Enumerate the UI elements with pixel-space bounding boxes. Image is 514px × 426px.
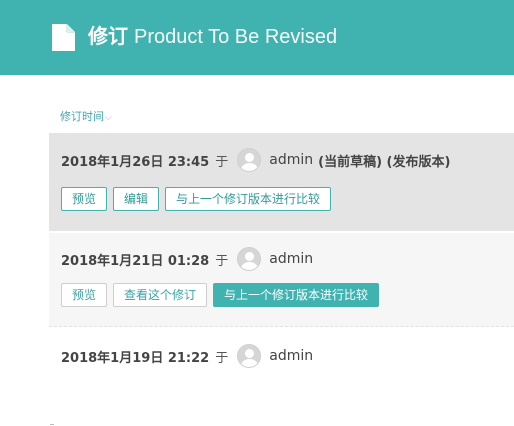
page-header: 修订 Product To Be Revised: [0, 0, 514, 75]
page-subtitle: Product To Be Revised: [134, 26, 338, 48]
avatar: [237, 148, 262, 172]
revision-actions: 预览 查看这个修订 与上一个修订版本进行比较: [61, 283, 380, 307]
revision-row: 2018年1月21日 01:28 于 admin 预览 查看这个修订 与上一个修…: [49, 233, 514, 327]
view-revision-button[interactable]: 查看这个修订: [113, 283, 208, 307]
revision-at-label: 于: [215, 253, 229, 269]
revision-at-label: 于: [215, 350, 229, 366]
document-icon: [52, 24, 75, 51]
avatar: [237, 344, 262, 368]
avatar: [237, 247, 262, 271]
revision-time: 2018年1月19日 21:22: [61, 350, 210, 366]
revision-actions: 预览 编辑 与上一个修订版本进行比较: [61, 187, 332, 211]
compare-previous-button[interactable]: 与上一个修订版本进行比较: [213, 283, 380, 307]
preview-button[interactable]: 预览: [61, 187, 108, 211]
revision-time: 2018年1月26日 23:45: [61, 154, 210, 170]
revision-author: admin: [269, 152, 314, 168]
edit-button[interactable]: 编辑: [113, 187, 160, 211]
page-title: 修订 Product To Be Revised: [88, 22, 337, 50]
revision-time: 2018年1月21日 01:28: [61, 253, 210, 269]
revision-meta: 2018年1月21日 01:28 于 admin: [61, 247, 313, 271]
divider: [50, 424, 54, 425]
revision-author: admin: [269, 251, 314, 267]
revision-status-flags: (当前草稿) (发布版本): [318, 154, 451, 170]
preview-button[interactable]: 预览: [61, 283, 108, 307]
compare-previous-button[interactable]: 与上一个修订版本进行比较: [165, 187, 332, 211]
revision-meta: 2018年1月26日 23:45 于 admin (当前草稿) (发布版本): [61, 148, 450, 172]
revision-row: 2018年1月26日 23:45 于 admin (当前草稿) (发布版本) 预…: [49, 133, 514, 231]
chevron-down-icon: ⌵: [105, 113, 112, 123]
revision-author: admin: [269, 348, 314, 364]
page-title-label: 修订: [88, 24, 128, 48]
revision-row: 2018年1月19日 21:22 于 admin: [49, 329, 514, 389]
revision-meta: 2018年1月19日 21:22 于 admin: [61, 344, 313, 368]
sort-label: 修订时间: [60, 110, 104, 123]
revision-at-label: 于: [215, 154, 229, 170]
sort-by-revision-time[interactable]: 修订时间⌵: [60, 108, 112, 126]
